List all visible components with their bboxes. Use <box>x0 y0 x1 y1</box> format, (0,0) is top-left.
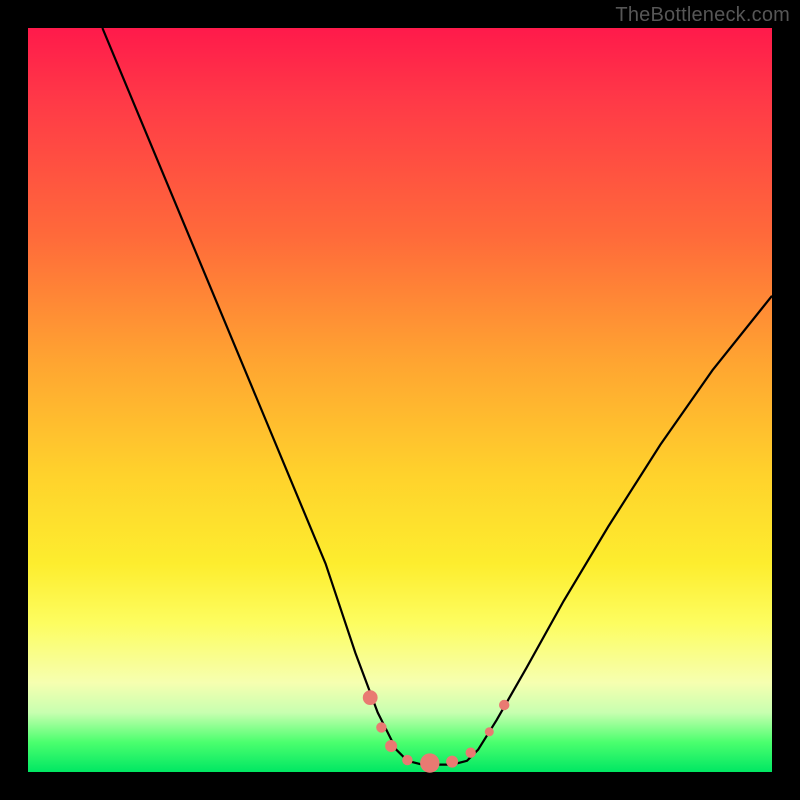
curve-marker <box>376 722 386 732</box>
curve-marker <box>402 755 412 765</box>
curve-marker <box>485 727 494 736</box>
curve-marker <box>420 753 439 772</box>
curve-marker <box>363 690 378 705</box>
curve-path <box>102 28 772 765</box>
chart-frame: TheBottleneck.com <box>0 0 800 800</box>
curve-marker <box>385 740 397 752</box>
curve-marker <box>499 700 509 710</box>
curve-marker <box>446 756 458 768</box>
markers-group <box>363 690 510 773</box>
watermark-text: TheBottleneck.com <box>615 4 790 27</box>
plot-area <box>28 28 772 772</box>
valley-curve <box>28 28 772 772</box>
curve-marker <box>466 748 476 758</box>
